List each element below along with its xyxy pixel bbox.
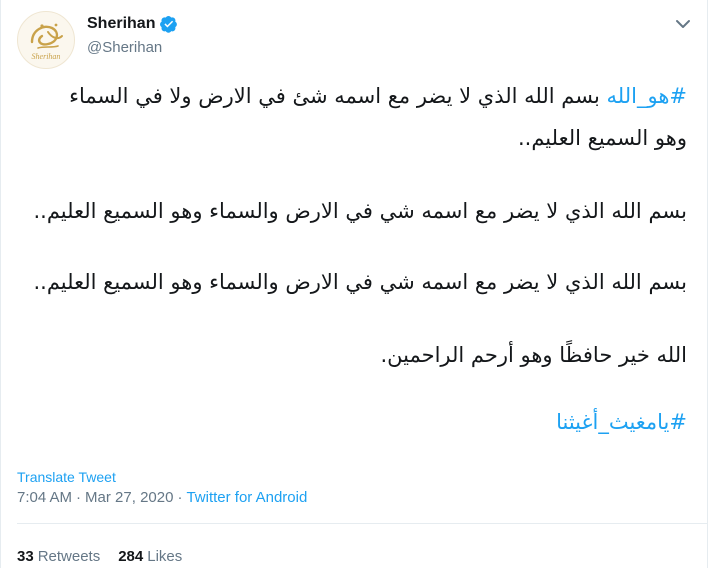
translate-tweet-link[interactable]: Translate Tweet — [17, 469, 116, 485]
likes-count: 284 — [118, 548, 144, 565]
retweets-stat[interactable]: 33 Retweets — [17, 548, 100, 565]
tweet-date[interactable]: Mar 27, 2020 — [85, 489, 173, 506]
tweet-line-4: بسم الله الذي لا يضر مع اسمه شي في الارض… — [33, 270, 687, 294]
divider — [17, 523, 707, 524]
retweets-label: Retweets — [37, 548, 101, 565]
author-handle[interactable]: @Sherihan — [87, 39, 162, 56]
tweet-line-2: وهو السميع العليم.. — [517, 126, 687, 150]
chevron-down-icon[interactable] — [673, 14, 693, 34]
tweet-line-5: الله خير حافظًا وهو أرحم الراحمين. — [380, 343, 687, 367]
tweet-line-3: بسم الله الذي لا يضر مع اسمه شي في الارض… — [33, 199, 687, 223]
tweet-time[interactable]: 7:04 AM — [17, 489, 72, 506]
tweet-source-link[interactable]: Twitter for Android — [186, 489, 307, 506]
retweets-count: 33 — [17, 548, 34, 565]
hashtag-link[interactable]: #يامغيث_أغيثنا — [556, 410, 687, 434]
meta-separator: · — [177, 489, 183, 506]
verified-badge-icon — [160, 15, 178, 33]
likes-label: Likes — [147, 548, 183, 565]
tweet-line-6: #يامغيث_أغيثنا — [556, 410, 687, 434]
tweet-text-segment: بسم الله الذي لا يضر مع اسمه شئ في الارض… — [69, 84, 600, 108]
sherihan-logo-icon: Sherihan — [30, 23, 63, 61]
tweet-line-1: #هو_الله بسم الله الذي لا يضر مع اسمه شئ… — [69, 84, 687, 108]
hashtag-link[interactable]: #هو_الله — [607, 84, 687, 108]
tweet-meta: 7:04 AM · Mar 27, 2020 · Twitter for And… — [17, 489, 307, 506]
avatar[interactable]: Sherihan — [17, 11, 75, 69]
likes-stat[interactable]: 284 Likes — [118, 548, 182, 565]
tweet-stats: 33 Retweets 284 Likes — [17, 548, 182, 565]
tweet-card: Sherihan Sherihan @Sherihan #هو_الله بسم… — [0, 0, 708, 568]
display-name[interactable]: Sherihan — [87, 15, 155, 33]
author-name-row: Sherihan — [87, 15, 178, 33]
avatar-logo-text: Sherihan — [32, 52, 61, 61]
meta-separator: · — [76, 489, 82, 506]
